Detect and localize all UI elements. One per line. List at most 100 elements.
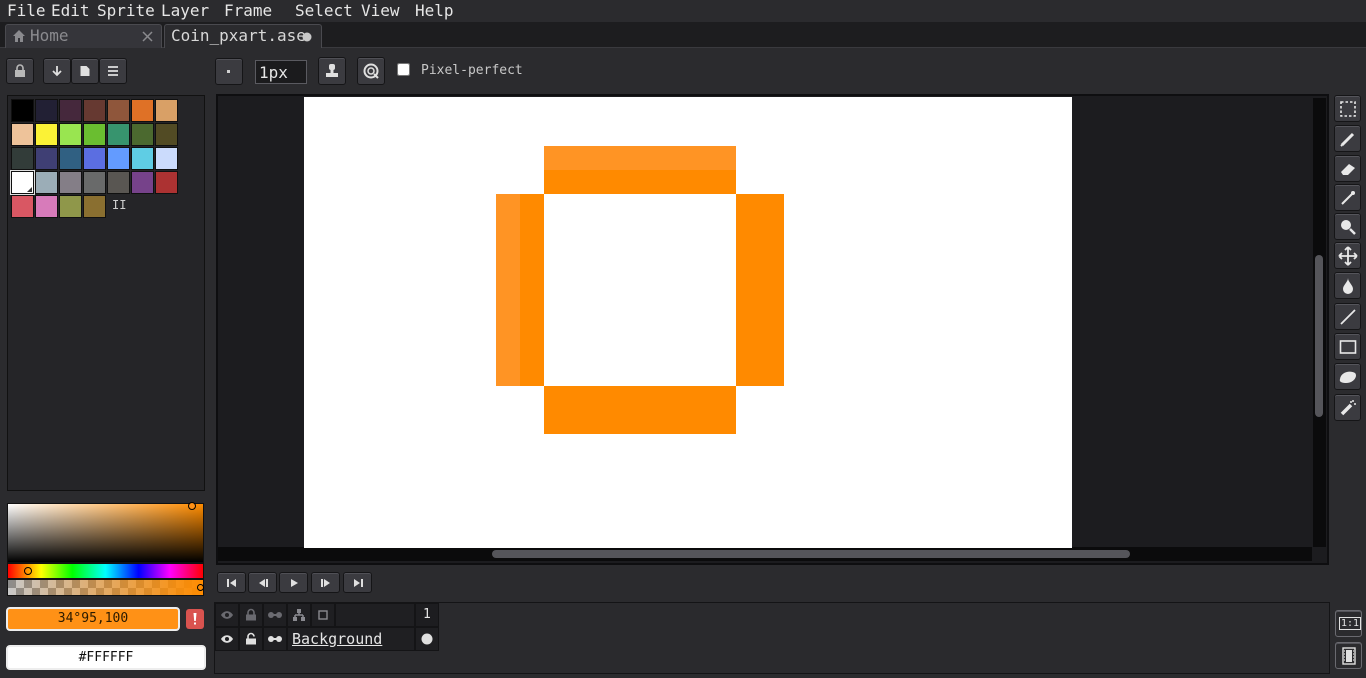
- palette-options-button[interactable]: [99, 58, 127, 84]
- layer-row-background[interactable]: Background: [287, 627, 415, 651]
- layer-tree-header[interactable]: [287, 603, 311, 627]
- timeline-toggle-button[interactable]: [1335, 642, 1362, 669]
- onion-skin-header[interactable]: [311, 603, 335, 627]
- last-frame-button[interactable]: [343, 572, 372, 593]
- menu-file[interactable]: File: [7, 0, 46, 22]
- menu-edit[interactable]: Edit: [51, 0, 90, 22]
- palette-swatch[interactable]: [35, 195, 58, 218]
- palette-swatch[interactable]: [59, 147, 82, 170]
- palette-swatch[interactable]: [83, 147, 106, 170]
- pixel-perfect-label[interactable]: Pixel-perfect: [421, 63, 523, 79]
- menu-select[interactable]: Select: [295, 0, 353, 22]
- line-tool[interactable]: [1334, 303, 1361, 330]
- cel-frame-1[interactable]: [415, 627, 439, 651]
- palette-presets-button[interactable]: [71, 58, 99, 84]
- close-icon[interactable]: [142, 31, 153, 42]
- palette-swatch[interactable]: [83, 171, 106, 194]
- pencil-tool[interactable]: [1334, 125, 1361, 152]
- palette-swatch[interactable]: [59, 99, 82, 122]
- blur-tool[interactable]: [1334, 363, 1361, 390]
- palette-swatch[interactable]: [155, 123, 178, 146]
- frame-header[interactable]: 1: [415, 603, 439, 627]
- palette-sort-button[interactable]: [43, 58, 71, 84]
- color-warning-button[interactable]: [186, 609, 204, 629]
- prev-frame-button[interactable]: [248, 572, 277, 593]
- layer-lock-toggle[interactable]: [239, 627, 263, 651]
- coin-pixels-top: [544, 170, 736, 194]
- layer-visibility-toggle[interactable]: [215, 627, 239, 651]
- ink-type-button[interactable]: [318, 57, 346, 85]
- palette-swatch[interactable]: [107, 171, 130, 194]
- tab-coin-file[interactable]: Coin_pxart.ase: [164, 24, 322, 48]
- palette-swatch[interactable]: [59, 195, 82, 218]
- alpha-cursor[interactable]: [197, 584, 204, 591]
- palette-swatch[interactable]: [155, 147, 178, 170]
- palette-swatch[interactable]: [107, 123, 130, 146]
- paint-bucket-tool[interactable]: [1334, 272, 1361, 299]
- foreground-color-button[interactable]: 34°95,100: [6, 607, 180, 631]
- rectangle-tool[interactable]: [1334, 333, 1361, 360]
- palette-resize-handle[interactable]: II: [112, 198, 126, 212]
- palette-swatch[interactable]: [11, 123, 34, 146]
- hue-slider[interactable]: [7, 563, 204, 579]
- palette-swatch[interactable]: [83, 99, 106, 122]
- visibility-header[interactable]: [215, 603, 239, 627]
- alpha-slider[interactable]: [7, 579, 204, 596]
- palette-swatch[interactable]: [107, 99, 130, 122]
- pixel-perfect-checkbox[interactable]: [397, 63, 410, 76]
- palette-swatch[interactable]: [131, 171, 154, 194]
- play-button[interactable]: [279, 572, 308, 593]
- lock-palette-button[interactable]: [6, 58, 34, 84]
- palette-swatch[interactable]: [35, 171, 58, 194]
- palette-swatch[interactable]: [131, 147, 154, 170]
- hue-cursor[interactable]: [24, 567, 32, 575]
- brush-size-input[interactable]: [255, 60, 307, 84]
- palette-swatch[interactable]: [35, 147, 58, 170]
- palette-swatch[interactable]: [59, 123, 82, 146]
- horizontal-scroll-track[interactable]: [218, 547, 1312, 561]
- palette-swatch[interactable]: [59, 171, 82, 194]
- sprite-canvas[interactable]: [304, 97, 1072, 548]
- palette-swatch[interactable]: [11, 195, 34, 218]
- menu-help[interactable]: Help: [415, 0, 454, 22]
- palette-swatch[interactable]: [35, 123, 58, 146]
- palette-swatch[interactable]: [35, 99, 58, 122]
- brush-type-button[interactable]: [215, 58, 243, 85]
- move-tool[interactable]: [1334, 242, 1361, 269]
- layer-continuous-toggle[interactable]: [263, 627, 287, 651]
- unlock-icon: [246, 632, 256, 645]
- sv-cursor[interactable]: [188, 502, 196, 510]
- first-frame-button[interactable]: [217, 572, 246, 593]
- eraser-tool[interactable]: [1334, 155, 1361, 182]
- rectangular-marquee-tool[interactable]: [1334, 95, 1361, 122]
- zoom-1-1-button[interactable]: 1:1: [1335, 610, 1362, 637]
- palette-swatch[interactable]: [131, 123, 154, 146]
- vertical-scroll-track[interactable]: [1313, 98, 1326, 547]
- background-color-button[interactable]: #FFFFFF: [6, 645, 206, 670]
- menu-frame[interactable]: Frame: [224, 0, 272, 22]
- layer-name[interactable]: Background: [292, 630, 382, 648]
- palette-swatch[interactable]: [155, 171, 178, 194]
- menu-layer[interactable]: Layer: [161, 0, 209, 22]
- palette-swatch[interactable]: [107, 147, 130, 170]
- menu-sprite[interactable]: Sprite: [97, 0, 155, 22]
- lock-header[interactable]: [239, 603, 263, 627]
- palette-swatch[interactable]: [11, 99, 34, 122]
- next-frame-button[interactable]: [311, 572, 340, 593]
- eyedropper-tool[interactable]: [1334, 184, 1361, 211]
- palette-swatch[interactable]: [83, 123, 106, 146]
- palette-swatch[interactable]: [83, 195, 106, 218]
- vertical-scrollbar[interactable]: [1315, 255, 1323, 417]
- tab-home[interactable]: Home: [5, 24, 162, 48]
- menu-view[interactable]: View: [361, 0, 400, 22]
- palette-swatch[interactable]: [131, 99, 154, 122]
- dynamics-button[interactable]: [357, 57, 385, 85]
- saturation-value-picker[interactable]: [7, 502, 204, 563]
- horizontal-scrollbar[interactable]: [492, 550, 1130, 558]
- palette-swatch[interactable]: [155, 99, 178, 122]
- zoom-tool[interactable]: [1334, 213, 1361, 240]
- palette-swatch[interactable]: [11, 147, 34, 170]
- palette-swatch[interactable]: [10, 170, 35, 195]
- continuous-header[interactable]: [263, 603, 287, 627]
- spray-tool[interactable]: [1334, 394, 1361, 421]
